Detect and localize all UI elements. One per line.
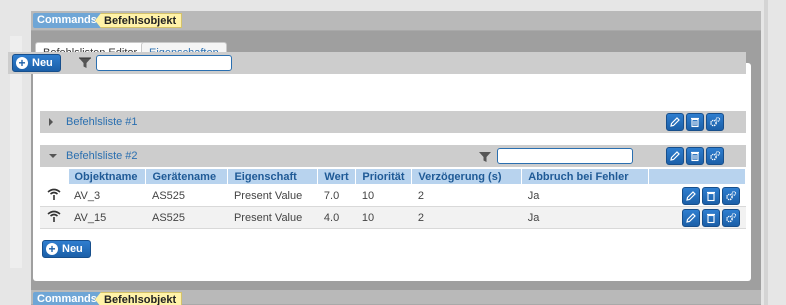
breadcrumb-top: Commands Befehlsobjekt [31,11,761,31]
cell-eigenschaft: Present Value [227,206,318,229]
group-2-actions [666,147,724,165]
row-icon-cell [40,206,68,229]
command-table: Objektname Gerätename Eigenschaft Wert P… [40,168,746,229]
cell-wert: 7.0 [317,184,356,207]
trash-icon[interactable] [686,147,704,165]
group-label-list-2[interactable]: Befehlsliste #2 [66,150,138,162]
column-header[interactable]: Priorität [355,168,413,185]
list-filter-input[interactable] [96,55,232,71]
cell-abbruch: Ja [521,206,649,229]
new-list-button-label: Neu [32,57,53,69]
column-header[interactable]: Eigenschaft [227,168,319,185]
scrollbar[interactable] [764,0,768,305]
settings-icon[interactable] [706,147,724,165]
editor-toolbar: + Neu [8,52,746,74]
settings-icon[interactable] [721,208,740,227]
column-header[interactable]: Gerätename [145,168,229,185]
cell-objektname: AV_15 [68,206,146,229]
column-header[interactable]: Abbruch bei Fehler [521,168,650,185]
edit-icon[interactable] [666,147,684,165]
table-row[interactable]: AV_3 AS525 Present Value 7.0 10 2 Ja [40,184,746,207]
plus-circle-icon: + [16,57,28,69]
settings-icon[interactable] [721,186,740,205]
cell-abbruch: Ja [521,184,649,207]
cell-prioritaet: 10 [355,206,412,229]
icon-column-header [40,168,68,185]
trash-icon[interactable] [701,186,720,205]
column-header[interactable]: Objektname [67,168,147,185]
breadcrumb-object[interactable]: Befehlsobjekt [95,292,183,305]
column-header[interactable]: Wert [317,168,357,185]
cell-wert: 4.0 [317,206,356,229]
cell-eigenschaft: Present Value [227,184,318,207]
breadcrumb-bottom: Commands Befehlsobjekt [31,290,761,305]
edit-icon[interactable] [681,208,700,227]
cell-geraetename: AS525 [145,184,228,207]
row-actions [648,184,746,207]
cell-verzoegerung: 2 [411,184,522,207]
group-bar-list-1[interactable]: Befehlsliste #1 [40,111,746,133]
table-row[interactable]: AV_15 AS525 Present Value 4.0 10 2 Ja [40,206,746,229]
edit-icon[interactable] [681,186,700,205]
group-label-list-1[interactable]: Befehlsliste #1 [66,116,138,128]
cell-verzoegerung: 2 [411,206,522,229]
row-icon-cell [40,184,68,207]
new-list-button[interactable]: + Neu [12,54,61,72]
group-bar-list-2[interactable]: Befehlsliste #2 [40,145,746,167]
group-2-filter-input[interactable] [497,148,633,164]
breadcrumb-commands[interactable]: Commands [33,13,103,28]
trash-icon[interactable] [701,208,720,227]
arrow-right-icon[interactable] [49,118,53,126]
breadcrumb-object[interactable]: Befehlsobjekt [95,13,183,28]
breadcrumb-commands[interactable]: Commands [33,292,103,305]
settings-icon[interactable] [706,113,724,131]
trash-icon[interactable] [686,113,704,131]
plus-circle-icon: + [46,243,58,255]
row-actions [648,206,746,229]
actions-column-header [648,168,746,185]
wireless-signal-icon [47,188,61,200]
edit-icon[interactable] [666,113,684,131]
cell-geraetename: AS525 [145,206,228,229]
arrow-down-icon[interactable] [49,154,57,158]
new-command-button-label: Neu [62,243,83,255]
filter-icon [479,152,491,162]
group-1-actions [666,113,724,131]
cell-prioritaet: 10 [355,184,412,207]
filter-icon [79,57,91,68]
column-header[interactable]: Verzögerung (s) [411,168,523,185]
table-header-row: Objektname Gerätename Eigenschaft Wert P… [40,168,746,185]
cell-objektname: AV_3 [68,184,146,207]
new-command-button[interactable]: + Neu [42,240,91,258]
wireless-signal-icon [47,210,61,222]
